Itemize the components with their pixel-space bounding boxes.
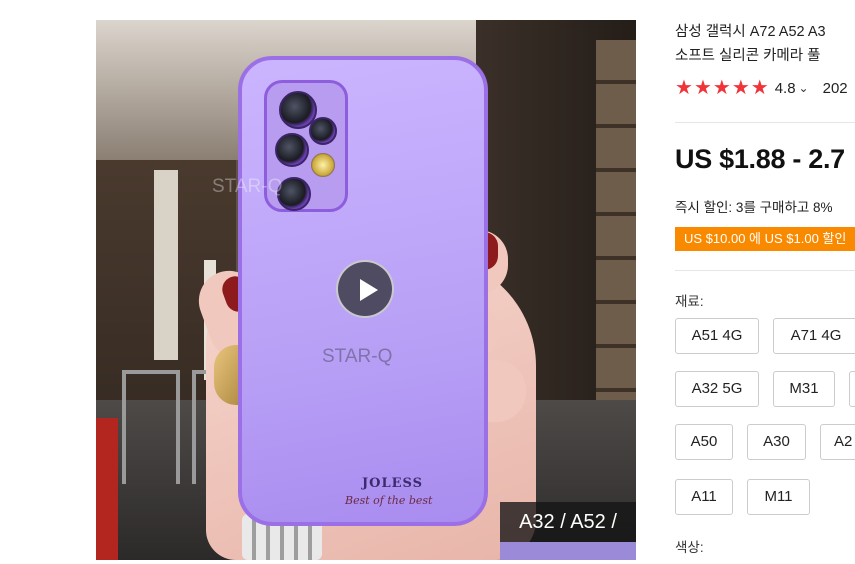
- product-title-line2: 소프트 실리콘 카메라 풀: [675, 48, 821, 64]
- material-option[interactable]: M11: [747, 479, 810, 515]
- material-option[interactable]: M31: [773, 371, 835, 407]
- star-icon: ★: [675, 77, 693, 99]
- material-option[interactable]: A32 5G: [675, 371, 759, 407]
- product-main-image[interactable]: STAR-Q JOLESS Best of the best STAR-Q A3…: [96, 20, 636, 560]
- divider: [675, 270, 855, 271]
- star-icon: ★: [693, 77, 712, 99]
- material-option[interactable]: A51 4G: [675, 318, 759, 354]
- price-range: US $1.88 - 2.7: [675, 144, 845, 174]
- thumbnail-strip: [500, 542, 636, 560]
- divider: [675, 122, 855, 123]
- watermark-text: STAR-Q: [212, 176, 283, 197]
- material-option[interactable]: A30: [747, 424, 806, 460]
- case-tagline-text: Best of the best: [345, 494, 433, 507]
- star-icon: ★: [712, 77, 731, 99]
- rating-value: 4.8: [774, 79, 796, 97]
- star-icon: ★: [731, 77, 750, 99]
- coupon-badge[interactable]: US $10.00 에 US $1.00 할인: [675, 227, 855, 251]
- material-option[interactable]: A50: [675, 424, 733, 460]
- watermark-text: STAR-Q: [322, 346, 393, 367]
- chevron-down-icon[interactable]: ⌄: [799, 81, 809, 95]
- camera-lens: [275, 133, 309, 167]
- video-play-button[interactable]: [336, 260, 394, 318]
- product-info: 삼성 갤럭시 A72 A52 A3 소프트 실리콘 카메라 풀 ★ ★ ★ ★ …: [675, 20, 855, 98]
- rating-row[interactable]: ★ ★ ★ ★ ★ 4.8 ⌄ 202: [675, 78, 855, 98]
- camera-lens: [309, 117, 337, 145]
- material-option[interactable]: A71 4G: [773, 318, 855, 354]
- material-label: 재료:: [675, 294, 704, 309]
- case-brand-text: JOLESS: [362, 476, 424, 491]
- material-option-partial[interactable]: [849, 371, 855, 407]
- star-icon: ★: [750, 77, 769, 99]
- instant-discount-text: 즉시 할인: 3를 구매하고 8%: [675, 200, 833, 215]
- material-option[interactable]: A11: [675, 479, 733, 515]
- order-count: 202: [822, 79, 848, 97]
- photo-chair: [122, 370, 180, 484]
- color-label: 색상:: [675, 540, 704, 555]
- material-option[interactable]: A2: [820, 424, 855, 460]
- product-title-line1: 삼성 갤럭시 A72 A52 A3: [675, 24, 826, 40]
- camera-flash: [311, 153, 335, 177]
- photo-banner: [154, 170, 178, 360]
- model-caption: A32 / A52 / A72: [500, 502, 636, 560]
- photo-red-seat: [96, 418, 118, 560]
